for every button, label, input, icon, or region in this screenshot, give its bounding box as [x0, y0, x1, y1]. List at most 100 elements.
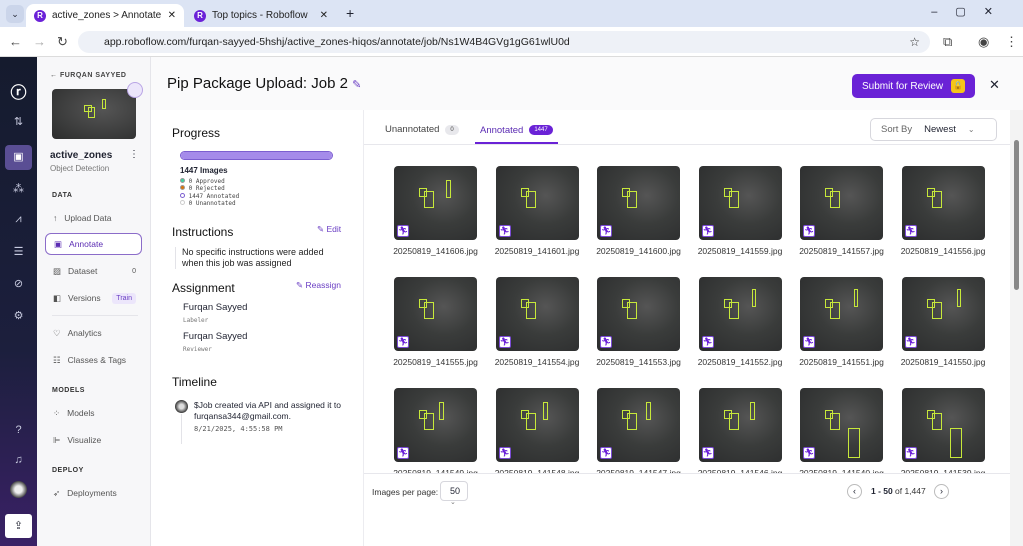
image-thumbnail[interactable]: 🏃︎ [800, 166, 883, 240]
forward-icon[interactable]: → [33, 34, 46, 49]
image-thumbnail[interactable]: 🏃︎ [495, 166, 579, 240]
tab-label: Annotated [480, 124, 524, 136]
edit-label: Edit [326, 224, 342, 234]
tab-count[interactable]: 1447 [529, 125, 553, 135]
tab-title: Top topics - Roboflow [212, 10, 308, 21]
bounding-box [751, 289, 756, 307]
browser-tab[interactable]: R Top topics - Roboflow ✕ [186, 4, 336, 27]
tab-search-button[interactable]: ⌄ [6, 5, 24, 23]
bounding-box [446, 180, 451, 198]
back-icon[interactable]: ← [9, 34, 22, 49]
person-class-icon: 🏃︎ [600, 447, 612, 459]
sidebar-item-dataset[interactable]: ▨ Dataset 0 [45, 260, 142, 282]
person-class-icon: 🏃︎ [498, 336, 511, 348]
browser-tab-active[interactable]: Ractive_zones > Annotate ✕ [26, 4, 184, 27]
edit-instructions-button[interactable]: ✎ Edit [317, 224, 341, 235]
projects-icon[interactable]: ▣ [5, 145, 32, 170]
menu-icon[interactable]: ⋮ [1005, 34, 1018, 50]
legend-label: 0 Approved [188, 178, 225, 185]
workflows-icon[interactable]: ⁂ [0, 182, 37, 195]
submit-label: Submit for Review [862, 80, 944, 92]
bookmark-star-icon[interactable]: ☆ [909, 35, 920, 49]
new-tab-button[interactable]: + [346, 5, 354, 21]
close-icon[interactable]: ✕ [168, 10, 176, 21]
image-thumbnail[interactable]: 🏃︎ [698, 277, 782, 351]
image-thumbnail[interactable]: 🏃︎ [698, 388, 782, 462]
scrollbar-thumb[interactable] [1014, 140, 1019, 290]
upload-arrow-icon: ↑ [53, 213, 58, 223]
sidebar-item-classes-tags[interactable]: ☷ Classes & Tags [45, 349, 142, 371]
back-link[interactable]: ← FURQAN SAYYED [50, 72, 126, 79]
transfer-icon[interactable]: ⇅ [0, 115, 37, 128]
tab-annotated[interactable]: Annotated 1447 [475, 124, 558, 144]
image-thumbnail[interactable]: 🏃︎ [901, 166, 985, 240]
bounding-box [931, 413, 942, 430]
reassign-button[interactable]: ✎ Reassign [296, 280, 341, 291]
notifications-icon[interactable]: ♫ [0, 454, 37, 466]
sidebar-item-analytics[interactable]: ♡ Analytics [45, 322, 142, 344]
timeline-event-time: 8/21/2025, 4:55:58 PM [194, 425, 283, 433]
extensions-icon[interactable]: ⧉ [943, 34, 952, 50]
roboflow-logo[interactable]: ⓡ [0, 79, 37, 103]
deploy-icon[interactable]: ⊘ [0, 277, 37, 290]
image-thumbnail[interactable]: 🏃︎ [901, 388, 985, 462]
tab-unannotated[interactable]: Unannotated 0 [385, 124, 459, 135]
image-thumbnail[interactable]: 🏃︎ [495, 277, 579, 351]
sidebar-item-visualize[interactable]: ⊫ Visualize [45, 429, 142, 451]
sidebar-item-upload-data[interactable]: ↑ Upload Data [45, 207, 142, 229]
bounding-box [830, 413, 840, 430]
bounding-box [949, 428, 962, 458]
window-controls[interactable]: –▢✕ [931, 5, 1011, 18]
label: Dataset [68, 266, 98, 276]
sort-select[interactable]: Sort By Newest ⌄ [870, 118, 997, 141]
sidebar-item-versions[interactable]: ◧ Versions Train [45, 287, 142, 309]
image-thumbnail[interactable]: 🏃︎ [597, 166, 680, 240]
per-page-select[interactable]: 50 ⌄ [440, 481, 468, 506]
sidebar-item-models[interactable]: ⁘ Models [45, 402, 142, 424]
storage-icon[interactable]: ☰ [0, 245, 37, 258]
image-thumbnail[interactable]: 🏃︎ [800, 388, 883, 462]
project-menu-icon[interactable]: ⋮ [129, 149, 139, 160]
job-progress-panel: Progress 1447 Images 0 Approved 0 Reject… [151, 110, 364, 546]
project-sidebar: ← FURQAN SAYYED active_zones ⋮ Object De… [37, 57, 151, 546]
scrollbar[interactable] [1010, 110, 1023, 546]
image-thumbnail[interactable]: 🏃︎ [597, 277, 680, 351]
label: Models [67, 408, 95, 418]
avatar[interactable] [10, 481, 27, 498]
page-title: Pip Package Upload: Job 2 ✎ [167, 75, 361, 92]
person-class-icon: 🏃︎ [803, 225, 815, 237]
url-field[interactable]: app.roboflow.com/furqan-sayyed-5hshj/act… [78, 31, 930, 53]
edit-title-icon[interactable]: ✎ [352, 79, 361, 91]
image-thumbnail[interactable]: 🏃︎ [394, 277, 477, 351]
next-page-button[interactable]: › [934, 484, 949, 499]
train-badge[interactable]: Train [112, 292, 136, 304]
image-thumbnail[interactable]: 🏃︎ [597, 388, 680, 462]
bounding-box [728, 413, 739, 430]
sidebar-item-annotate[interactable]: ▣ Annotate [45, 233, 142, 255]
profile-icon[interactable]: ◉ [978, 34, 989, 50]
analytics-icon[interactable]: ⩘ [0, 213, 37, 226]
page-total: of 1,447 [895, 486, 926, 496]
image-thumbnail[interactable]: 🏃︎ [800, 277, 883, 351]
close-icon[interactable]: ✕ [989, 77, 1000, 93]
image-thumbnail[interactable]: 🏃︎ [495, 388, 579, 462]
upload-icon[interactable]: ⇪ [5, 514, 32, 538]
prev-page-button[interactable]: ‹ [847, 484, 862, 499]
project-thumbnail[interactable] [52, 89, 136, 139]
submit-for-review-button[interactable]: Submit for Review 🔒 [852, 74, 975, 98]
image-thumbnail[interactable]: 🏃︎ [394, 166, 477, 240]
image-thumbnail[interactable]: 🏃︎ [394, 388, 477, 462]
legend-unannotated: 0 Unannotated [180, 200, 239, 207]
bounding-box [525, 302, 536, 319]
image-thumbnail[interactable]: 🏃︎ [901, 277, 985, 351]
settings-icon[interactable]: ⚙ [0, 309, 37, 322]
reload-icon[interactable]: ↻ [57, 34, 68, 50]
project-type: Object Detection [50, 164, 110, 173]
person-class-icon: 🏃︎ [904, 447, 917, 459]
sidebar-item-deployments[interactable]: ➶ Deployments [45, 482, 142, 504]
close-icon[interactable]: ✕ [320, 10, 328, 21]
help-icon[interactable]: ? [0, 424, 37, 436]
image-thumbnail[interactable]: 🏃︎ [698, 166, 782, 240]
section-models: MODELS [52, 387, 85, 394]
sort-label: Sort By [881, 124, 913, 135]
